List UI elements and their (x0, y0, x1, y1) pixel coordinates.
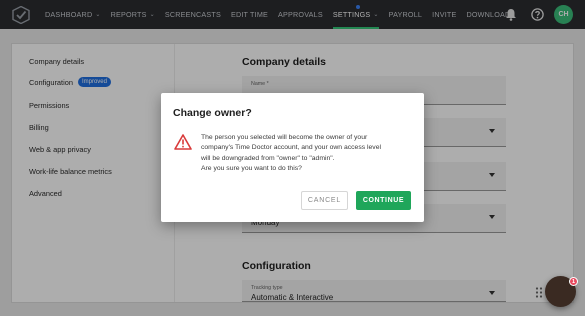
dialog-message-line: The person you selected will become the … (201, 134, 368, 141)
continue-button[interactable]: CONTINUE (356, 191, 411, 210)
dialog-title: Change owner? (173, 107, 252, 119)
dialog-message-line: Are you sure you want to do this? (201, 164, 302, 172)
drag-handle-icon[interactable] (535, 287, 543, 298)
chat-notification-badge: 1 (569, 277, 578, 286)
dialog-message-line: will be downgraded from "owner" to "admi… (201, 154, 335, 162)
change-owner-dialog: Change owner? The person you selected wi… (161, 93, 424, 222)
cancel-button[interactable]: CANCEL (301, 191, 348, 210)
dialog-message: The person you selected will become the … (201, 133, 413, 174)
warning-icon (174, 134, 192, 150)
dialog-message-line: company's Time Doctor account, and your … (201, 144, 381, 152)
